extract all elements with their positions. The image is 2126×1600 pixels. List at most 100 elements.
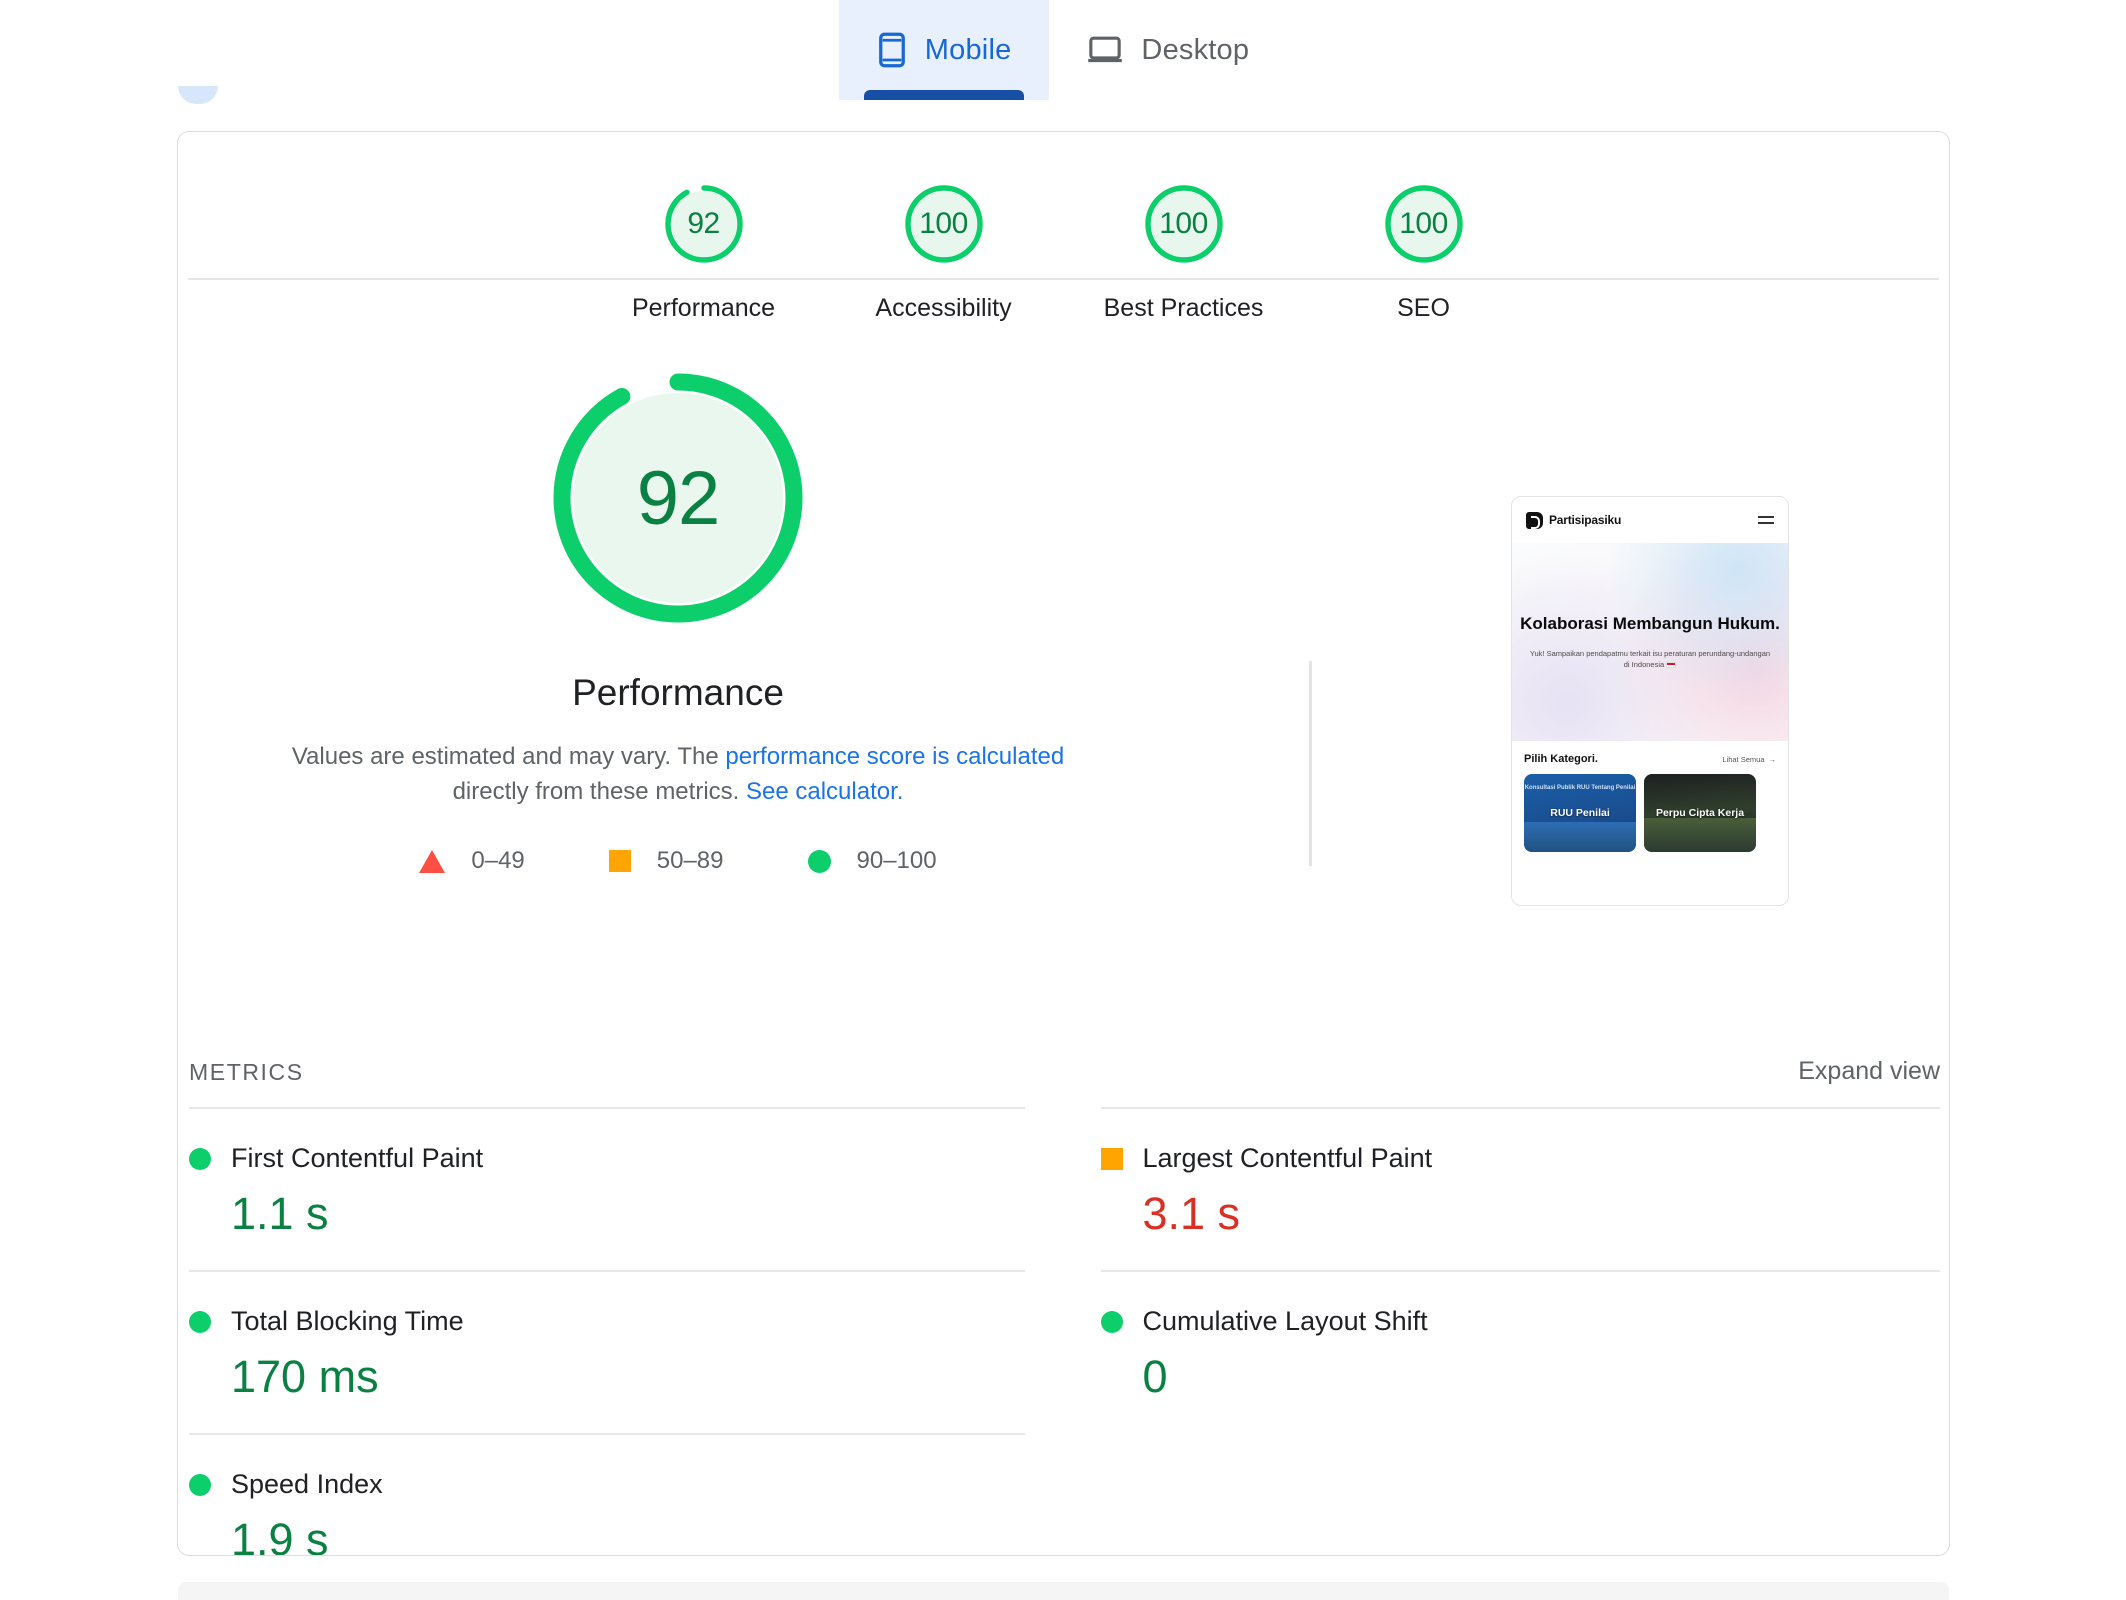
tab-mobile-label: Mobile bbox=[925, 34, 1012, 67]
metric-value: 3.1 s bbox=[1143, 1188, 1941, 1240]
category-card: Perpu Cipta Kerja bbox=[1644, 774, 1756, 852]
desc-text-2: directly from these metrics. bbox=[453, 778, 746, 805]
indonesia-flag-icon bbox=[1666, 662, 1676, 668]
thumbnail-category-section: Pilih Kategori. Lihat Semua → Konsultasi … bbox=[1512, 741, 1788, 852]
gauge-score-value: 92 bbox=[660, 180, 748, 268]
vertical-divider bbox=[1309, 661, 1312, 866]
metric-value: 0 bbox=[1143, 1351, 1941, 1403]
hero-subtitle-text: Yuk! Sampaikan pendapatmu terkait isu pe… bbox=[1530, 649, 1770, 669]
metric-row: First Contentful Paint bbox=[189, 1143, 1025, 1174]
metric-value: 1.9 s bbox=[231, 1514, 1025, 1556]
performance-title: Performance bbox=[572, 672, 784, 714]
report-card: 92 Performance 100 Accessibility bbox=[177, 131, 1950, 1556]
score-gauge-accessibility[interactable]: 100 Accessibility bbox=[824, 180, 1064, 323]
gauge-ring: 100 bbox=[900, 180, 988, 268]
legend-range: 90–100 bbox=[857, 847, 937, 875]
status-good-circle-icon bbox=[189, 1474, 211, 1496]
tab-mobile[interactable]: Mobile bbox=[839, 0, 1050, 100]
metric-name: Speed Index bbox=[231, 1469, 383, 1500]
legend-item-good: 90–100 bbox=[808, 847, 937, 875]
site-brand: Partisipasiku bbox=[1526, 512, 1621, 529]
bottom-section-partial bbox=[178, 1582, 1949, 1600]
metrics-column-right: Largest Contentful Paint 3.1 s Cumulativ… bbox=[1065, 1107, 1941, 1556]
square-icon bbox=[609, 850, 631, 872]
legend-item-poor: 0–49 bbox=[419, 847, 524, 875]
thumbnail-site-header: Partisipasiku bbox=[1512, 497, 1788, 543]
metric-total-blocking-time[interactable]: Total Blocking Time 170 ms bbox=[189, 1270, 1025, 1433]
tab-desktop-label: Desktop bbox=[1141, 34, 1249, 67]
category-scores: 92 Performance 100 Accessibility bbox=[178, 132, 1949, 323]
category-cards: Konsultasi Publik RUU Tentang Penilai RU… bbox=[1524, 774, 1776, 852]
partisipasiku-logo-icon bbox=[1526, 512, 1543, 529]
metric-largest-contentful-paint[interactable]: Largest Contentful Paint 3.1 s bbox=[1101, 1107, 1941, 1270]
performance-score-value: 92 bbox=[542, 362, 814, 634]
gauge-score-value: 100 bbox=[1380, 180, 1468, 268]
card-overlay-text: Konsultasi Publik RUU Tentang Penilai bbox=[1524, 784, 1636, 792]
performance-gauge: 92 bbox=[542, 362, 814, 634]
see-all-link: Lihat Semua → bbox=[1722, 755, 1776, 764]
card-caption: Perpu Cipta Kerja bbox=[1656, 807, 1744, 819]
score-gauge-performance[interactable]: 92 Performance bbox=[584, 180, 824, 323]
gauge-ring: 100 bbox=[1380, 180, 1468, 268]
category-title: Pilih Kategori. bbox=[1524, 753, 1598, 765]
performance-summary: 92 Performance Values are estimated and … bbox=[178, 362, 1178, 875]
gauge-label: SEO bbox=[1397, 294, 1450, 323]
gauge-score-value: 100 bbox=[900, 180, 988, 268]
metric-name: Total Blocking Time bbox=[231, 1306, 464, 1337]
card-caption: RUU Penilai bbox=[1550, 807, 1610, 819]
legend-range: 0–49 bbox=[471, 847, 524, 875]
score-gauge-seo[interactable]: 100 SEO bbox=[1304, 180, 1544, 323]
gauge-label: Best Practices bbox=[1104, 294, 1264, 323]
metric-row: Largest Contentful Paint bbox=[1101, 1143, 1941, 1174]
score-gauge-best-practices[interactable]: 100 Best Practices bbox=[1064, 180, 1304, 323]
metric-row: Cumulative Layout Shift bbox=[1101, 1306, 1941, 1337]
tab-desktop[interactable]: Desktop bbox=[1049, 0, 1287, 100]
triangle-icon bbox=[419, 850, 445, 873]
desc-text-1: Values are estimated and may vary. The bbox=[292, 743, 726, 770]
metric-row: Speed Index bbox=[189, 1469, 1025, 1500]
hero-title: Kolaborasi Membangun Hukum. bbox=[1520, 614, 1780, 634]
arrow-right-icon: → bbox=[1769, 755, 1777, 764]
metrics-header: METRICS Expand view bbox=[189, 1057, 1940, 1086]
mobile-phone-icon bbox=[877, 32, 907, 68]
category-header: Pilih Kategori. Lihat Semua → bbox=[1524, 753, 1776, 765]
status-good-circle-icon bbox=[189, 1148, 211, 1170]
metric-name: Largest Contentful Paint bbox=[1143, 1143, 1433, 1174]
legend-item-average: 50–89 bbox=[609, 847, 724, 875]
site-brand-name: Partisipasiku bbox=[1549, 513, 1621, 527]
metric-value: 170 ms bbox=[231, 1351, 1025, 1403]
metrics-section-title: METRICS bbox=[189, 1059, 304, 1086]
circle-icon bbox=[808, 850, 831, 873]
page-screenshot-thumbnail[interactable]: Partisipasiku Kolaborasi Membangun Hukum… bbox=[1511, 496, 1789, 906]
form-factor-tabs: Mobile Desktop bbox=[0, 0, 2126, 100]
thumbnail-hero: Kolaborasi Membangun Hukum. Yuk! Sampaik… bbox=[1512, 543, 1788, 741]
status-good-circle-icon bbox=[189, 1311, 211, 1333]
see-all-label: Lihat Semua bbox=[1722, 755, 1764, 764]
metric-speed-index[interactable]: Speed Index 1.9 s bbox=[189, 1433, 1025, 1556]
scores-divider bbox=[188, 278, 1939, 280]
metric-first-contentful-paint[interactable]: First Contentful Paint 1.1 s bbox=[189, 1107, 1025, 1270]
gauge-label: Performance bbox=[632, 294, 775, 323]
metric-name: Cumulative Layout Shift bbox=[1143, 1306, 1428, 1337]
status-good-circle-icon bbox=[1101, 1311, 1123, 1333]
desktop-monitor-icon bbox=[1087, 35, 1123, 65]
hero-subtitle: Yuk! Sampaikan pendapatmu terkait isu pe… bbox=[1512, 648, 1788, 671]
legend-range: 50–89 bbox=[657, 847, 724, 875]
pagespeed-insights-report: Mobile Desktop 92 bbox=[0, 0, 2126, 1600]
gauge-label: Accessibility bbox=[875, 294, 1011, 323]
score-legend: 0–49 50–89 90–100 bbox=[419, 847, 936, 875]
gauge-ring: 100 bbox=[1140, 180, 1228, 268]
performance-score-calc-link[interactable]: performance score is calculated bbox=[725, 743, 1064, 770]
metric-name: First Contentful Paint bbox=[231, 1143, 483, 1174]
gauge-ring: 92 bbox=[660, 180, 748, 268]
hamburger-menu-icon bbox=[1758, 516, 1774, 523]
partial-chip-decoration bbox=[178, 86, 218, 104]
see-calculator-link[interactable]: See calculator. bbox=[746, 778, 903, 805]
metric-cumulative-layout-shift[interactable]: Cumulative Layout Shift 0 bbox=[1101, 1270, 1941, 1433]
gauge-score-value: 100 bbox=[1140, 180, 1228, 268]
category-card: Konsultasi Publik RUU Tentang Penilai RU… bbox=[1524, 774, 1636, 852]
metrics-column-left: First Contentful Paint 1.1 s Total Block… bbox=[189, 1107, 1065, 1556]
performance-description: Values are estimated and may vary. The p… bbox=[278, 740, 1078, 809]
metric-row: Total Blocking Time bbox=[189, 1306, 1025, 1337]
expand-view-button[interactable]: Expand view bbox=[1798, 1057, 1940, 1086]
